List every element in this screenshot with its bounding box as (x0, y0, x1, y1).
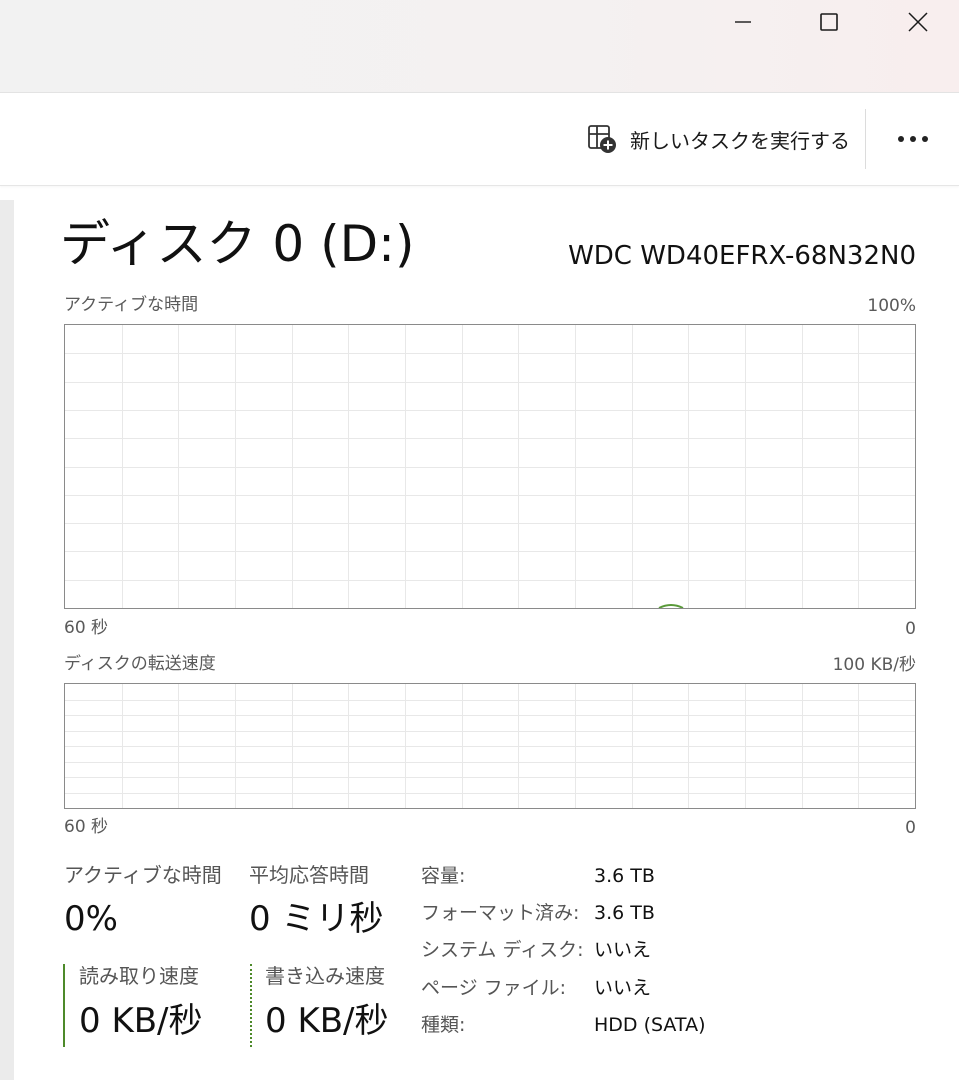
read-speed-stat-label: 読み取り速度 (79, 964, 199, 988)
transfer-rate-time-label: 60 秒 (64, 817, 109, 837)
navigation-pane-edge (0, 200, 14, 1080)
minimize-icon (735, 21, 751, 23)
avg-response-stat-label: 平均応答時間 (249, 863, 369, 887)
active-time-max-label: 100% (867, 296, 916, 316)
page-file-label: ページ ファイル: (421, 977, 567, 999)
read-speed-indicator (63, 964, 65, 1047)
active-time-graph (64, 324, 916, 609)
run-new-task-button[interactable]: 新しいタスクを実行する (586, 117, 850, 161)
active-time-grid (65, 325, 915, 608)
transfer-rate-grid (65, 684, 915, 808)
active-time-stat-label: アクティブな時間 (64, 863, 222, 887)
more-options-button[interactable] (890, 119, 936, 159)
page-file-value: いいえ (594, 977, 652, 999)
formatted-value: 3.6 TB (594, 902, 655, 924)
close-button[interactable] (878, 0, 958, 44)
title-bar (0, 0, 959, 92)
command-bar: 新しいタスクを実行する (0, 92, 959, 186)
avg-response-stat-value: 0 ミリ秒 (249, 899, 384, 939)
run-new-task-label: 新しいタスクを実行する (630, 128, 850, 153)
new-task-icon (588, 125, 616, 153)
disk-model: WDC WD40EFRX-68N32N0 (568, 241, 916, 271)
formatted-label: フォーマット済み: (421, 902, 580, 924)
read-speed-stat-value: 0 KB/秒 (79, 1001, 203, 1041)
active-time-time-label: 60 秒 (64, 618, 109, 638)
write-speed-stat-value: 0 KB/秒 (265, 1001, 389, 1041)
close-icon (908, 12, 928, 32)
capacity-label: 容量: (421, 865, 466, 887)
disk-title: ディスク 0 (D:) (60, 215, 415, 273)
active-time-stat-value: 0% (64, 899, 118, 939)
active-time-graph-label: アクティブな時間 (64, 295, 199, 315)
active-time-min-label: 0 (905, 619, 916, 639)
more-icon (898, 136, 928, 142)
system-disk-label: システム ディスク: (421, 939, 584, 961)
maximize-icon (820, 13, 838, 31)
toolbar-separator (865, 109, 866, 169)
minimize-button[interactable] (703, 0, 783, 44)
activity-blip (658, 604, 684, 608)
maximize-button[interactable] (789, 0, 869, 44)
transfer-rate-graph-label: ディスクの転送速度 (64, 654, 216, 674)
system-disk-value: いいえ (594, 939, 652, 961)
write-speed-stat-label: 書き込み速度 (265, 964, 385, 988)
capacity-value: 3.6 TB (594, 865, 655, 887)
transfer-rate-graph (64, 683, 916, 809)
transfer-rate-max-label: 100 KB/秒 (832, 655, 916, 675)
write-speed-indicator (250, 964, 252, 1047)
disk-type-label: 種類: (421, 1014, 466, 1036)
disk-type-value: HDD (SATA) (594, 1014, 706, 1036)
transfer-rate-min-label: 0 (905, 818, 916, 838)
